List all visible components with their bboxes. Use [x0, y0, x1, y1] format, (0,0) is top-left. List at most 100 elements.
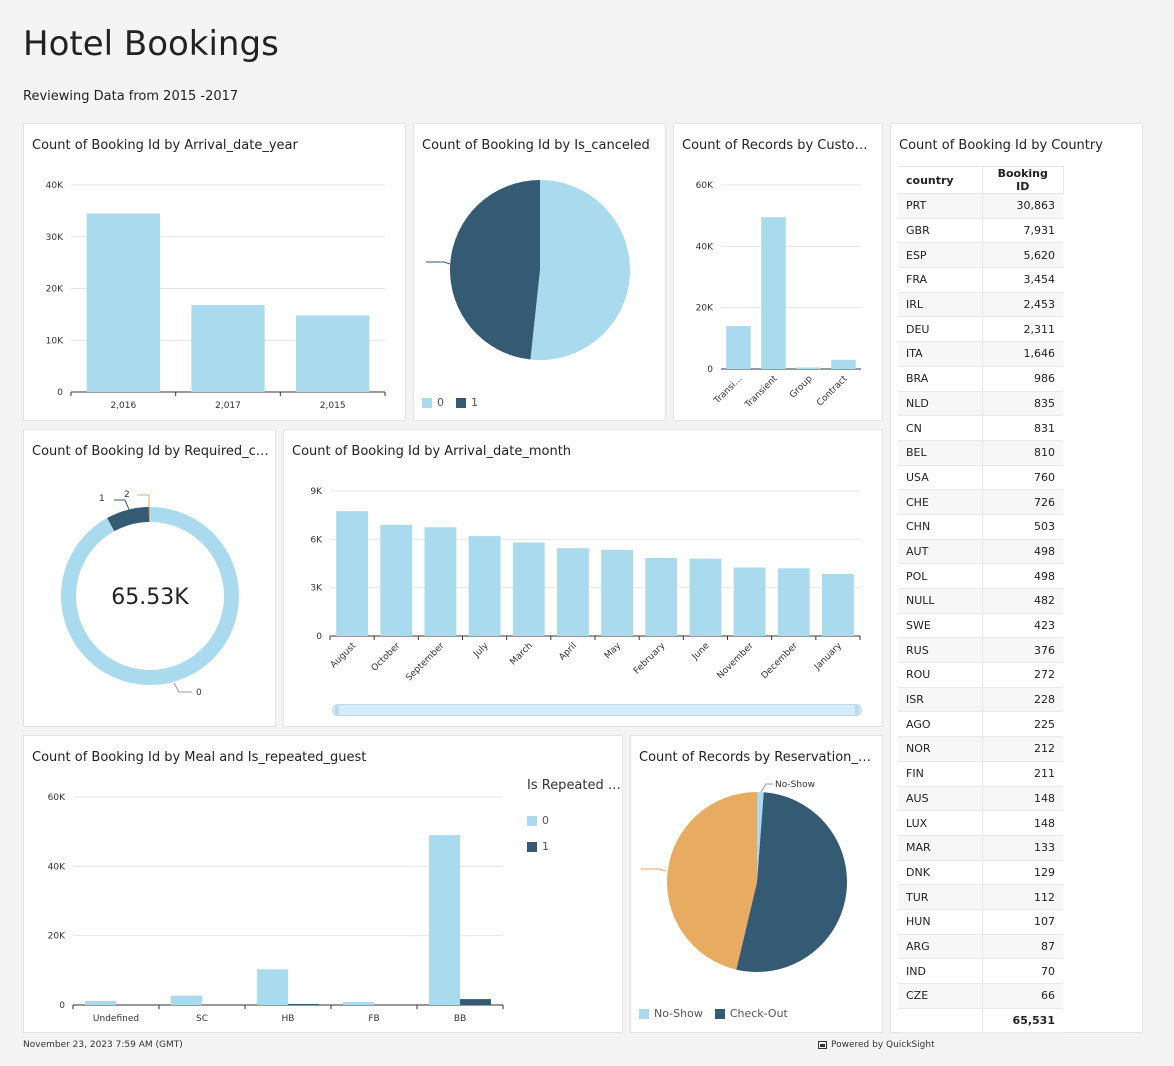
legend-label: No-Show: [654, 1007, 703, 1020]
legend-item[interactable]: 0: [422, 396, 444, 409]
legend-swatch: [714, 1009, 725, 1019]
chart-card-customer-type[interactable]: Count of Records by Custom… 0 20K 40K 60K Tr…: [673, 123, 883, 421]
slice-annotation: No-Show: [775, 780, 815, 790]
cell-booking-count: 87: [982, 934, 1063, 960]
legend-swatch: [639, 1009, 649, 1019]
legend-swatch: [527, 816, 537, 826]
scrollbar-handle-right[interactable]: [855, 705, 859, 715]
y-tick-label: 40K: [46, 181, 64, 191]
slice-label: 1: [99, 494, 105, 504]
cell-booking-count: 831: [982, 415, 1063, 441]
table-row[interactable]: NLD 835: [898, 391, 1063, 417]
cell-country: FRA: [898, 267, 983, 293]
y-tick-label: 3K: [310, 584, 323, 594]
bar: [191, 305, 265, 392]
table-row[interactable]: CHE 726: [898, 489, 1063, 515]
legend-label: 1: [542, 840, 549, 853]
y-tick-label: 40K: [48, 862, 66, 872]
table-row[interactable]: ESP 5,620: [898, 242, 1063, 269]
table-row[interactable]: HUN 107: [898, 909, 1063, 935]
legend-item[interactable]: 1: [527, 840, 549, 853]
total-value-cell: 65,531: [982, 1007, 1063, 1034]
x-tick-label: January: [812, 641, 844, 673]
table-row[interactable]: SWE 423: [898, 613, 1063, 639]
legend-item[interactable]: No-Show: [639, 1007, 703, 1020]
donut-center-label: 65.53K: [111, 585, 189, 610]
table-title: Count of Booking Id by Country: [899, 138, 1103, 153]
bar: [343, 1001, 374, 1005]
table-row[interactable]: ARG 87: [898, 934, 1063, 960]
cell-country: SWE: [898, 613, 983, 639]
chart-card-is-canceled[interactable]: Count of Booking Id by Is_canceled 0 1: [413, 123, 666, 421]
legend-item[interactable]: 1: [456, 396, 478, 409]
x-tick-label: BB: [454, 1014, 466, 1024]
table-row[interactable]: GBR 7,931: [898, 218, 1063, 244]
cell-booking-count: 112: [982, 884, 1063, 910]
table-row[interactable]: IND 70: [898, 958, 1063, 984]
cell-country: ESP: [898, 242, 983, 269]
table-row[interactable]: CHN 503: [898, 514, 1063, 540]
bar: [424, 527, 457, 636]
table-row[interactable]: AGO 225: [898, 711, 1063, 738]
x-tick-label: SC: [196, 1014, 208, 1024]
table-row[interactable]: RUS 376: [898, 637, 1063, 664]
x-tick-label: May: [603, 641, 624, 662]
table-row[interactable]: PRT 30,863: [898, 193, 1063, 219]
table-row[interactable]: DEU 2,311: [898, 316, 1063, 343]
table-row[interactable]: LUX 148: [898, 810, 1063, 836]
table-row[interactable]: NOR 212: [898, 736, 1063, 762]
quicksight-icon: [818, 1041, 827, 1049]
table-row[interactable]: USA 760: [898, 465, 1063, 491]
table-row[interactable]: AUS 148: [898, 786, 1063, 812]
chart-scrollbar[interactable]: [332, 704, 862, 716]
chart-card-meal-repeated[interactable]: Count of Booking Id by Meal and Is_repea…: [23, 735, 623, 1033]
table-row[interactable]: ISR 228: [898, 687, 1063, 713]
chart-card-arrival-year[interactable]: Count of Booking Id by Arrival_date_year…: [23, 123, 406, 421]
y-tick-label: 20K: [696, 304, 714, 314]
table-row[interactable]: POL 498: [898, 563, 1063, 589]
table-row[interactable]: NULL 482: [898, 588, 1063, 614]
x-tick-label: HB: [282, 1014, 295, 1024]
table-row[interactable]: IRL 2,453: [898, 292, 1063, 318]
bar: [557, 548, 589, 636]
column-header-country[interactable]: country: [898, 166, 983, 194]
table-row[interactable]: BRA 986: [898, 366, 1063, 392]
cell-booking-count: 835: [982, 391, 1063, 417]
legend-item[interactable]: 0: [527, 814, 549, 827]
chart-card-reservation-status[interactable]: Count of Records by Reservation_st… No-S…: [630, 735, 883, 1033]
table-card-country[interactable]: Count of Booking Id by Country country B…: [890, 123, 1143, 1034]
x-tick-label: Transient: [743, 374, 780, 411]
bar: [429, 835, 460, 1005]
legend-item[interactable]: Check-Out: [714, 1007, 788, 1020]
footer-powered-by[interactable]: Powered by QuickSight: [818, 1040, 935, 1050]
chart-card-required-parking[interactable]: Count of Booking Id by Required_ca… 65.5…: [23, 429, 276, 727]
bar: [822, 573, 854, 636]
table-row[interactable]: CN 831: [898, 415, 1063, 441]
total-label-cell: [898, 1007, 983, 1034]
table-row[interactable]: TUR 112: [898, 884, 1063, 910]
cell-booking-count: 760: [982, 465, 1063, 491]
table-row[interactable]: ITA 1,646: [898, 341, 1063, 367]
table-row[interactable]: MAR 133: [898, 835, 1063, 861]
cell-country: BRA: [898, 366, 983, 392]
cell-country: LUX: [898, 810, 983, 836]
cell-booking-count: 107: [982, 909, 1063, 935]
table-row[interactable]: ROU 272: [898, 662, 1063, 688]
table-row[interactable]: FIN 211: [898, 761, 1063, 787]
bar-chart-arrival-month: 0 3K 6K 9K August October September July March Ap…: [310, 487, 861, 683]
bar: [380, 524, 413, 636]
table-row[interactable]: CZE 66: [898, 983, 1063, 1009]
table-row[interactable]: FRA 3,454: [898, 267, 1063, 293]
legend-swatch: [422, 398, 432, 408]
x-tick-label: 2,015: [320, 401, 346, 411]
chart-card-arrival-month[interactable]: Count of Booking Id by Arrival_date_mont…: [283, 429, 883, 727]
x-tick-label: 2,017: [215, 401, 241, 411]
table-row[interactable]: AUT 498: [898, 539, 1063, 565]
cell-country: AUT: [898, 539, 983, 565]
cell-country: GBR: [898, 218, 983, 244]
table-row[interactable]: DNK 129: [898, 860, 1063, 886]
scrollbar-handle-left[interactable]: [335, 705, 339, 715]
table-row[interactable]: BEL 810: [898, 440, 1063, 466]
cell-booking-count: 225: [982, 711, 1063, 738]
column-header-booking-id[interactable]: Booking ID: [982, 166, 1064, 194]
